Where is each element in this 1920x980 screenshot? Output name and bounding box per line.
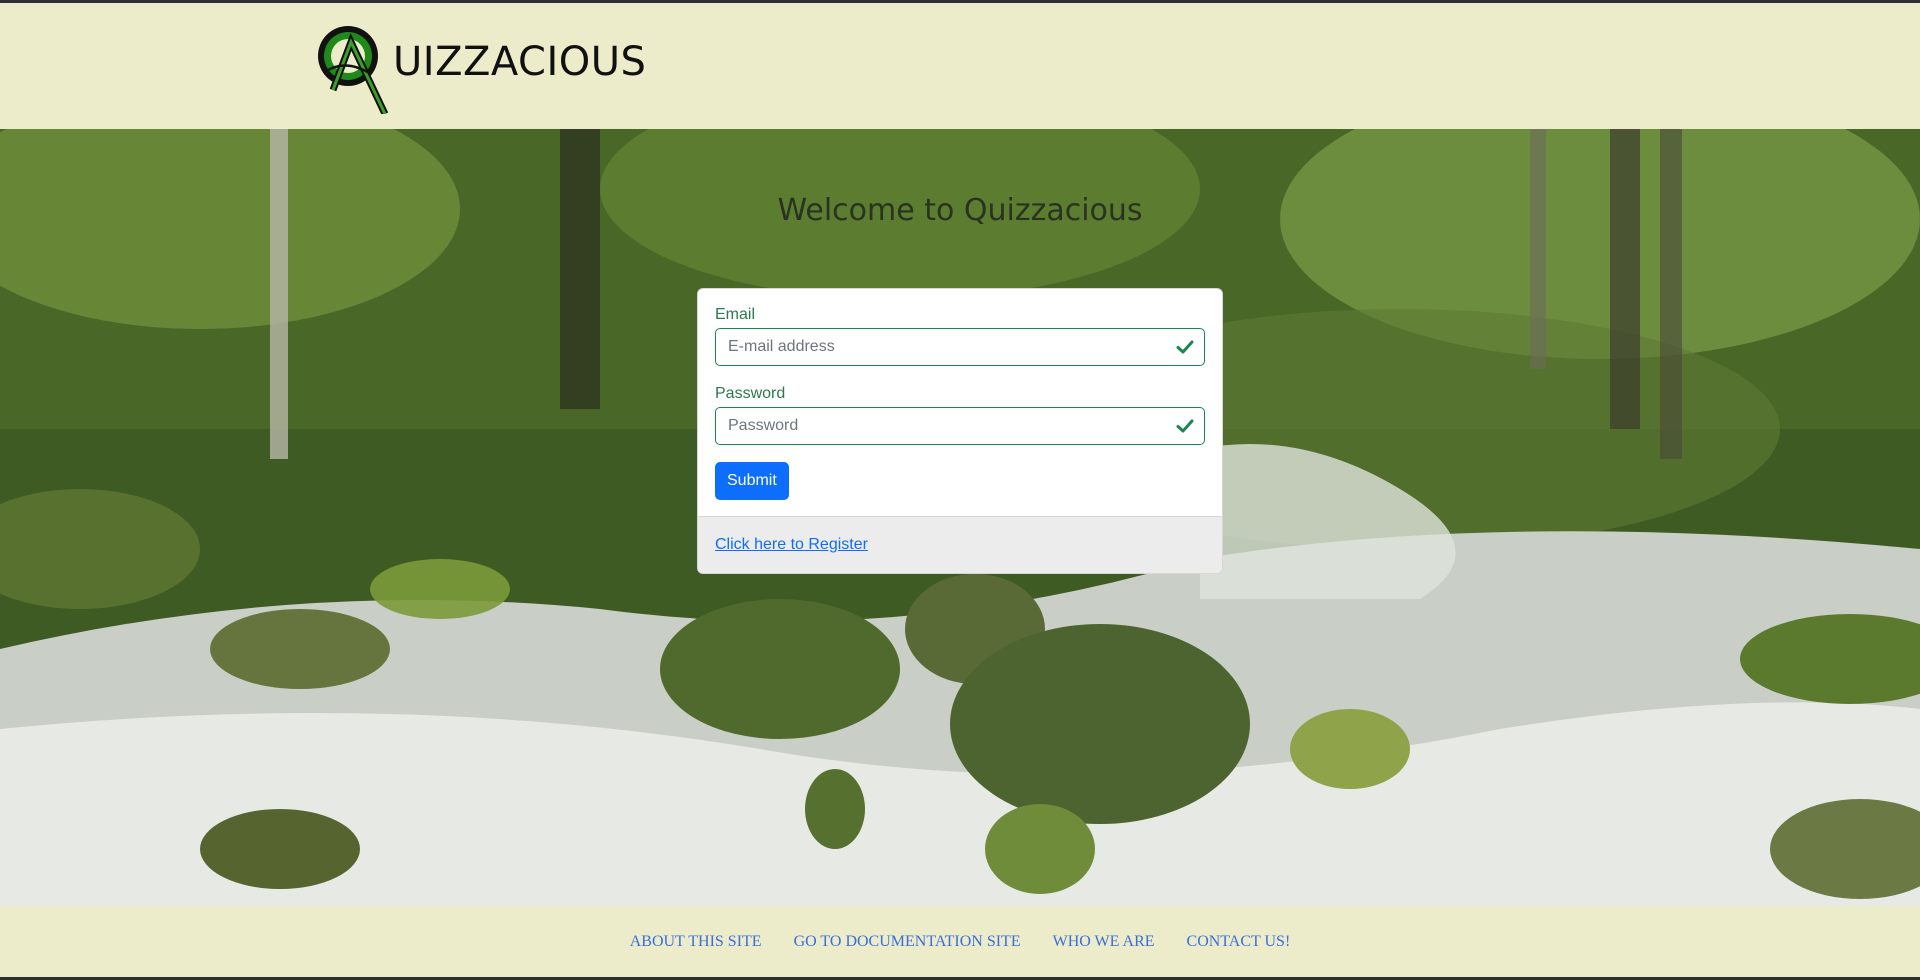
footer-link-documentation[interactable]: GO TO DOCUMENTATION SITE xyxy=(794,933,1021,951)
login-form: Email Password Submit xyxy=(698,289,1222,516)
site-header: UIZZACIOUS xyxy=(0,3,1920,129)
footer-link-contact[interactable]: CONTACT US! xyxy=(1187,933,1291,951)
email-field[interactable] xyxy=(715,328,1205,366)
brand-logo[interactable]: UIZZACIOUS xyxy=(315,18,646,114)
hero-background: Welcome to Quizzacious Email Password Su… xyxy=(0,129,1920,906)
submit-button[interactable]: Submit xyxy=(715,462,789,500)
welcome-title: Welcome to Quizzacious xyxy=(777,193,1143,228)
login-card: Email Password Submit Click here to Regi… xyxy=(697,288,1223,574)
password-field[interactable] xyxy=(715,407,1205,445)
footer-link-who-we-are[interactable]: WHO WE ARE xyxy=(1053,933,1155,951)
footer-link-about[interactable]: ABOUT THIS SITE xyxy=(630,933,762,951)
checkmark-icon xyxy=(1176,419,1194,433)
brand-name: UIZZACIOUS xyxy=(393,39,647,85)
password-label: Password xyxy=(715,385,786,402)
site-footer: ABOUT THIS SITE GO TO DOCUMENTATION SITE… xyxy=(0,906,1920,977)
quizzacious-q-logo-icon xyxy=(318,26,389,114)
checkmark-icon xyxy=(1176,340,1194,354)
register-link[interactable]: Click here to Register xyxy=(715,536,868,554)
email-field-wrapper xyxy=(715,328,1205,366)
card-footer: Click here to Register xyxy=(698,516,1222,573)
password-field-wrapper xyxy=(715,407,1205,445)
email-label: Email xyxy=(715,306,756,323)
